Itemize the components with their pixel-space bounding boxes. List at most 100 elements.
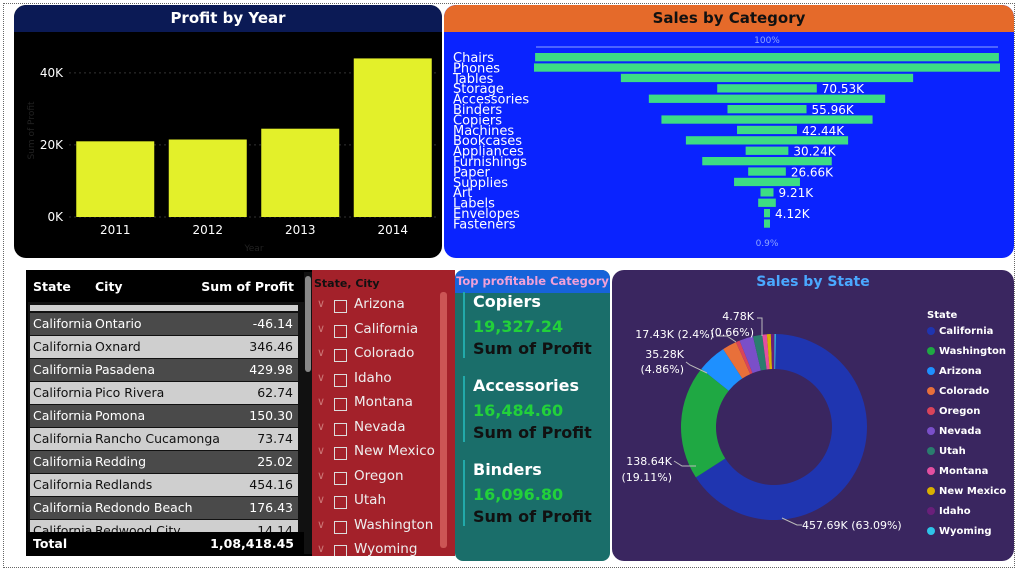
legend-item[interactable]: Colorado (927, 386, 989, 406)
funnel-bar[interactable] (737, 125, 797, 135)
funnel-bar[interactable] (758, 198, 776, 207)
slice-label: 17.43K (2.4%) (635, 328, 714, 341)
legend-item[interactable]: Nevada (927, 426, 981, 446)
slicer-item[interactable]: ∨ Idaho (314, 370, 454, 394)
data-label: 26.66K (791, 165, 834, 179)
header-state[interactable]: State (33, 272, 71, 302)
sales-by-state-panel[interactable]: Sales by State 457.69K (63.09%) 138.64K (1… (612, 270, 1014, 561)
funnel-bar[interactable] (534, 63, 1000, 72)
state-city-slicer[interactable]: State, City ∨ Arizona ∨ California ∨ Colorado… (312, 270, 455, 556)
cell-state: California (33, 362, 93, 377)
slicer-item-label: Oregon (354, 467, 404, 484)
sales-by-category-panel[interactable]: Sales by Category 100% Chairs Phones Tables… (444, 5, 1014, 258)
funnel-bar[interactable] (745, 146, 789, 155)
checkbox[interactable] (334, 496, 347, 509)
legend-item[interactable]: Idaho (927, 506, 971, 526)
legend-label: Montana (939, 466, 989, 477)
table-row[interactable]: California Oxnard 346.46 (30, 336, 298, 358)
funnel-bar[interactable] (760, 188, 774, 197)
cell-profit: -46.14 (252, 316, 293, 331)
slice-label: (4.86%) (640, 363, 684, 376)
cell-profit: 176.43 (249, 500, 293, 515)
bar[interactable] (168, 139, 247, 217)
slicer-scrollbar[interactable] (440, 292, 447, 548)
legend-label: Washington (939, 346, 1006, 357)
funnel-bar[interactable] (535, 53, 999, 62)
bar[interactable] (261, 128, 340, 217)
data-label: 30.24K (793, 145, 836, 159)
slicer-item-label: Nevada (354, 418, 406, 435)
slicer-item[interactable]: ∨ Montana (314, 394, 454, 418)
legend-item[interactable]: Washington (927, 346, 1006, 366)
table-row[interactable]: California Pomona 150.30 (30, 405, 298, 427)
bar[interactable] (353, 58, 432, 218)
category-name: Copiers (473, 292, 541, 311)
legend-item[interactable]: Arizona (927, 366, 982, 386)
legend-item[interactable]: Utah (927, 446, 966, 466)
table-header: State City Sum of Profit (28, 272, 304, 302)
checkbox[interactable] (334, 520, 347, 534)
checkbox[interactable] (334, 324, 347, 338)
slicer-item[interactable]: ∨ Arizona (314, 296, 454, 320)
table-row-partial (30, 305, 298, 311)
table-scrollbar[interactable] (305, 276, 311, 372)
funnel-bar[interactable] (727, 105, 807, 114)
funnel-bar[interactable] (661, 115, 873, 124)
legend-label: Utah (939, 446, 966, 457)
slice-label: 138.64K (626, 455, 672, 468)
funnel-bar[interactable] (748, 167, 786, 176)
data-label: 55.96K (812, 103, 855, 117)
funnel-bar[interactable] (648, 94, 886, 103)
funnel-bar[interactable] (734, 177, 800, 187)
table-row[interactable]: California Pico Rivera 62.74 (30, 382, 298, 404)
slicer-item[interactable]: ∨ Colorado (314, 345, 454, 369)
table-row[interactable]: California Rancho Cucamonga 73.74 (30, 428, 298, 450)
funnel-bar[interactable] (702, 157, 832, 166)
bar[interactable] (76, 141, 155, 217)
cell-city: Pasadena (95, 362, 156, 377)
slicer-item[interactable]: ∨ Utah (314, 492, 454, 516)
slicer-item[interactable]: ∨ Wyoming (314, 541, 454, 556)
legend-item[interactable]: Oregon (927, 406, 980, 426)
cell-state: California (33, 339, 93, 354)
legend-item[interactable]: Montana (927, 466, 988, 486)
profit-by-year-chart[interactable]: 0K 20K 40K 2011 2012 2013 2014 Sum of Profit Yea… (14, 32, 442, 258)
checkbox[interactable] (334, 422, 347, 436)
slicer-item[interactable]: ∨ California (314, 321, 454, 345)
table-row[interactable]: California Redondo Beach 176.43 (30, 497, 298, 519)
slicer-item[interactable]: ∨ New Mexico (314, 443, 454, 467)
legend-item[interactable]: California (927, 326, 993, 346)
funnel-bar[interactable] (764, 219, 770, 228)
funnel-bar[interactable] (620, 73, 914, 83)
checkbox[interactable] (334, 447, 347, 460)
chevron-down-icon: ∨ (317, 395, 326, 408)
slicer-item[interactable]: ∨ Nevada (314, 419, 454, 443)
checkbox[interactable] (334, 373, 347, 387)
header-profit[interactable]: Sum of Profit (201, 272, 294, 302)
legend-item[interactable]: New Mexico (927, 486, 1006, 506)
checkbox[interactable] (334, 349, 347, 362)
checkbox[interactable] (334, 300, 347, 313)
table-row[interactable]: California Pasadena 429.98 (30, 359, 298, 381)
cell-city: Rancho Cucamonga (95, 431, 220, 446)
profit-by-year-panel[interactable]: Profit by Year 0K 20K 40K 2011 2012 2013 2014 S… (14, 5, 442, 258)
chevron-down-icon: ∨ (317, 297, 326, 310)
table-row[interactable]: California Redding 25.02 (30, 451, 298, 473)
checkbox[interactable] (334, 398, 347, 411)
funnel-bar[interactable] (764, 209, 770, 218)
legend-dot (927, 507, 935, 515)
funnel-bar[interactable] (685, 136, 849, 145)
funnel-bar[interactable] (717, 84, 817, 93)
sales-by-category-chart[interactable]: 100%ChairsPhonesTablesStorage 70.53KAcces… (444, 32, 1014, 258)
checkbox[interactable] (334, 471, 347, 485)
legend-item[interactable]: Wyoming (927, 526, 992, 546)
checkbox[interactable] (334, 545, 347, 556)
funnel-top-percent: 100% (754, 36, 780, 46)
profit-table[interactable]: State City Sum of Profit California Onta… (26, 270, 314, 556)
category-label: Fasteners (453, 217, 516, 232)
table-row[interactable]: California Redlands 454.16 (30, 474, 298, 496)
header-city[interactable]: City (95, 272, 123, 302)
slicer-item[interactable]: ∨ Washington (314, 517, 454, 541)
table-row[interactable]: California Ontario -46.14 (30, 313, 298, 335)
slicer-item[interactable]: ∨ Oregon (314, 468, 454, 492)
